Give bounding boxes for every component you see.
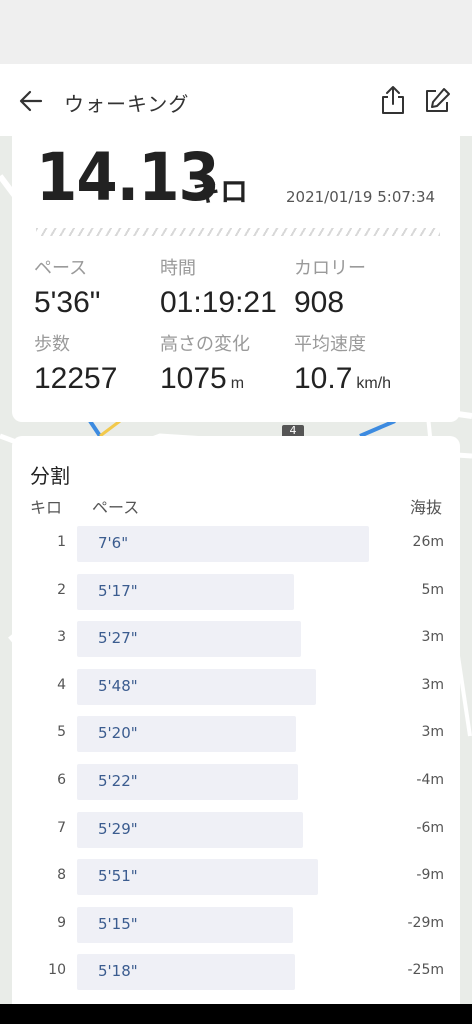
split-row: 7 5'29" -6m (12, 811, 460, 848)
stat-value-calories: 908 (294, 286, 345, 319)
summary-card: 14.13 キロ 2021/01/19 5:07:34 ペース 5'36" 時間… (12, 136, 460, 422)
app-bar: ウォーキング (0, 64, 472, 136)
split-elevation: -9m (416, 867, 444, 884)
share-button[interactable] (378, 84, 408, 116)
split-elevation: 5m (421, 581, 444, 598)
split-km: 9 (57, 914, 66, 931)
distance-unit: キロ (192, 175, 249, 208)
stat-label-calories: カロリー (294, 258, 366, 279)
arrow-left-icon (19, 90, 43, 112)
system-nav-bar (0, 1004, 472, 1024)
back-button[interactable] (16, 86, 46, 116)
split-km: 1 (57, 534, 66, 550)
status-area (0, 0, 472, 64)
split-row: 9 5'15" -29m (12, 906, 460, 943)
split-km: 6 (57, 772, 66, 788)
split-pace: 5'20" (98, 724, 138, 743)
split-row: 8 5'51" -9m (12, 859, 460, 896)
edit-button[interactable] (422, 86, 452, 116)
split-elevation: -4m (416, 772, 444, 788)
split-row: 6 5'22" -4m (12, 764, 460, 800)
split-pace: 5'15" (98, 914, 138, 933)
stat-label-elevation-change: 高さの変化 (160, 334, 250, 355)
split-elevation: 3m (421, 676, 444, 693)
split-row: 2 5'17" 5m (12, 573, 460, 610)
split-km: 8 (57, 867, 66, 884)
stat-label-pace: ペース (34, 258, 88, 279)
split-km: 3 (57, 629, 66, 646)
splits-card: 分割 キロ ペース 海抜 1 7'6" 26m 2 5'17" 5m 3 5'27" 3m 4 5'… (12, 436, 460, 1016)
split-row: 5 5'20" 3m (12, 716, 460, 753)
split-row: 10 5'18" -25m (12, 954, 460, 991)
split-elevation: 26m (412, 534, 444, 550)
edit-icon (426, 88, 450, 112)
stat-label-avg-speed: 平均速度 (294, 334, 366, 355)
col-header-km: キロ (30, 498, 63, 517)
stat-unit-speed: km/h (356, 375, 392, 392)
split-km: 5 (57, 724, 66, 741)
split-km: 4 (57, 676, 66, 693)
activity-datetime: 2021/01/19 5:07:34 (286, 188, 436, 206)
stat-value-steps: 12257 (34, 362, 118, 395)
split-km: 7 (57, 819, 66, 836)
split-pace: 5'27" (98, 629, 138, 648)
split-elevation: 3m (421, 629, 444, 646)
split-pace: 5'22" (98, 772, 138, 790)
col-header-elevation: 海抜 (410, 498, 443, 517)
stat-value-time: 01:19:21 (160, 286, 277, 319)
share-icon (382, 86, 404, 114)
stat-value-pace: 5'36" (34, 286, 101, 319)
split-elevation: -29m (407, 914, 444, 931)
page-title: ウォーキング (64, 92, 190, 116)
split-pace: 5'51" (98, 867, 138, 886)
split-pace: 5'17" (98, 581, 138, 600)
col-header-pace: ペース (92, 498, 140, 517)
split-km: 2 (57, 581, 66, 598)
stat-unit-elevation: m (230, 375, 245, 392)
divider (36, 228, 440, 236)
split-row: 1 7'6" 26m (12, 526, 460, 562)
stat-label-steps: 歩数 (34, 334, 70, 355)
split-pace: 7'6" (98, 534, 129, 552)
stat-label-time: 時間 (160, 258, 196, 279)
split-elevation: 3m (421, 724, 444, 741)
split-row: 4 5'48" 3m (12, 668, 460, 705)
split-pace: 5'29" (98, 819, 138, 838)
split-row: 3 5'27" 3m (12, 621, 460, 658)
split-elevation: -6m (416, 819, 444, 836)
splits-title: 分割 (30, 464, 70, 488)
split-pace: 5'18" (98, 962, 138, 981)
split-pace: 5'48" (98, 676, 138, 695)
split-elevation: -25m (407, 962, 444, 979)
stat-value-elevation-change: 1075 m (160, 362, 245, 395)
split-km: 10 (48, 962, 66, 979)
stat-value-avg-speed: 10.7 km/h (294, 362, 392, 395)
